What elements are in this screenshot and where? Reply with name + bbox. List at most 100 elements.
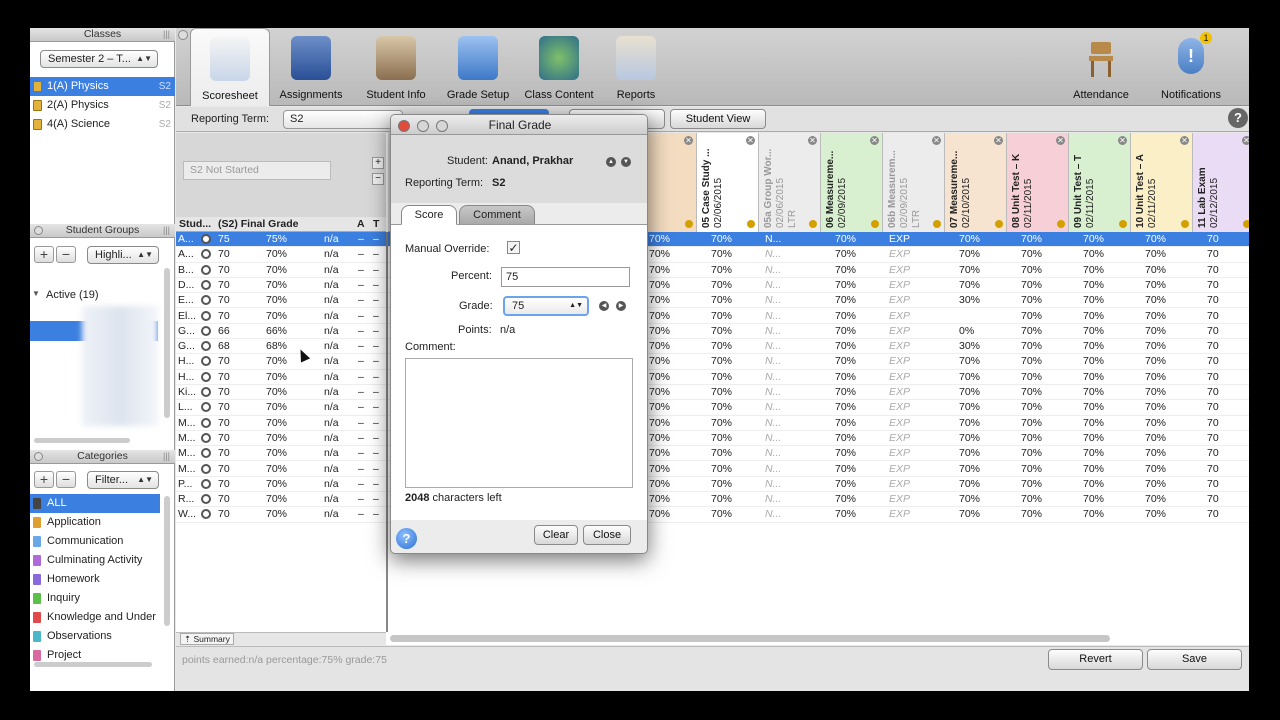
table-row[interactable]: M... 70 70% n/a – – 70% 70% N... 70% EXP 70% 70% 70% 7… [176,462,1249,477]
score-cell[interactable]: EXP [889,354,933,369]
score-cell[interactable]: 70% [711,278,755,293]
score-cell[interactable]: 30% [959,339,1003,354]
score-cell[interactable]: 70% [649,400,693,415]
score-cell[interactable]: 70% [649,462,693,477]
zoom-window-icon[interactable] [436,120,448,132]
score-cell[interactable]: 70 [1207,324,1249,339]
student-name-cell[interactable]: El... [178,309,198,324]
score-cell[interactable]: 70% [1145,492,1189,507]
score-cell[interactable]: 70% [711,370,755,385]
resize-grip-icon[interactable]: ||| [163,224,170,237]
score-cell[interactable]: 70 [1207,477,1249,492]
student-name-cell[interactable]: R... [178,492,198,507]
score-cell[interactable]: 70 [1207,278,1249,293]
student-name-cell[interactable]: G... [178,339,198,354]
score-cell[interactable]: 70 [1207,462,1249,477]
final-grade-cell[interactable]: 70 [218,416,248,431]
assignment-column-header[interactable]: 05a Group Wor... 02/06/2015 LTR ✕ [759,133,821,232]
score-cell[interactable]: 70% [835,462,879,477]
score-cell[interactable]: 70% [649,293,693,308]
score-cell[interactable]: 70% [649,354,693,369]
score-cell[interactable]: N... [765,293,809,308]
table-row[interactable]: E... 70 70% n/a – – 70% 70% N... 70% EXP 30% 70% 70% 7… [176,293,1249,309]
score-cell[interactable]: 70% [1021,309,1065,324]
remove-group-button[interactable]: − [56,246,76,263]
score-cell[interactable]: 70% [649,507,693,522]
score-cell[interactable]: 70 [1207,232,1249,247]
save-button[interactable]: Save [1147,649,1242,670]
tab-score[interactable]: Score [401,205,457,225]
student-name-cell[interactable]: D... [178,278,198,293]
score-cell[interactable]: EXP [889,232,933,247]
score-cell[interactable]: 70% [711,446,755,461]
percent-input[interactable]: 75 [501,267,630,287]
score-cell[interactable]: 70% [711,232,755,247]
add-category-button[interactable]: + [34,471,54,488]
final-grade-cell[interactable]: 70 [218,370,248,385]
score-cell[interactable]: 70% [835,263,879,278]
score-cell[interactable]: 70% [711,324,755,339]
assignment-column-header[interactable]: 08 Unit Test – K 02/11/2015 ✕ [1007,133,1069,232]
score-cell[interactable]: 70% [1145,247,1189,262]
score-cell[interactable]: 70% [835,293,879,308]
score-cell[interactable]: 70% [1021,247,1065,262]
category-item[interactable]: ALL [30,494,160,513]
table-row[interactable]: W... 70 70% n/a – – 70% 70% N... 70% EXP 70% 70% 70% 7… [176,507,1249,523]
score-cell[interactable]: 70% [835,247,879,262]
score-cell[interactable]: 70% [1083,339,1127,354]
score-cell[interactable]: 70% [649,370,693,385]
score-cell[interactable]: 70% [1083,492,1127,507]
score-cell[interactable]: 70% [1145,324,1189,339]
toolbar-assignments-button[interactable]: Assignments [271,28,351,106]
info-icon[interactable]: ✕ [870,136,879,145]
tab-comment[interactable]: Comment [459,205,535,225]
final-grade-cell[interactable]: 70 [218,477,248,492]
score-cell[interactable]: 70% [835,324,879,339]
t-column-header[interactable]: T [373,217,379,232]
score-cell[interactable]: 70% [1145,293,1189,308]
score-cell[interactable]: N... [765,278,809,293]
score-cell[interactable]: 70 [1207,385,1249,400]
score-cell[interactable]: EXP [889,477,933,492]
group-highlight-select[interactable]: Highli... ▲▼ [87,246,159,264]
score-cell[interactable]: 70% [711,431,755,446]
score-cell[interactable]: 70% [959,263,1003,278]
assignment-column-header[interactable]: 09 Unit Test – T 02/11/2015 ✕ [1069,133,1131,232]
attendance-button[interactable]: Attendance [1066,28,1136,106]
class-item[interactable]: 4(A) Science S2 [30,115,175,134]
score-cell[interactable]: 70% [1083,247,1127,262]
score-cell[interactable]: 70% [649,324,693,339]
final-grade-cell[interactable]: 70 [218,400,248,415]
score-cell[interactable]: EXP [889,370,933,385]
score-cell[interactable]: 70% [1021,370,1065,385]
info-icon[interactable]: ✕ [994,136,1003,145]
score-cell[interactable]: 70% [649,492,693,507]
next-grade-icon[interactable]: ▶ [616,301,626,311]
table-row[interactable]: D... 70 70% n/a – – 70% 70% N... 70% EXP 70% 70% 70% 7… [176,278,1249,294]
score-cell[interactable]: N... [765,324,809,339]
score-cell[interactable]: EXP [889,339,933,354]
final-grade-cell[interactable]: 70 [218,385,248,400]
collapse-icon[interactable]: − [372,173,384,185]
score-cell[interactable]: 70% [1021,339,1065,354]
score-cell[interactable]: 70% [1145,507,1189,522]
info-icon[interactable]: ✕ [1242,136,1249,145]
score-cell[interactable]: 70% [711,416,755,431]
student-name-cell[interactable]: M... [178,431,198,446]
expand-icon[interactable]: + [372,157,384,169]
disclosure-triangle-icon[interactable]: ▼ [32,289,40,298]
score-cell[interactable]: EXP [889,263,933,278]
score-cell[interactable]: 70% [959,278,1003,293]
summary-toggle[interactable]: ⇡ Summary [180,633,234,645]
table-row[interactable]: G... 68 68% n/a – – 70% 70% N... 70% EXP 30% 70% 70% 7… [176,339,1249,355]
next-student-icon[interactable]: ▼ [621,157,631,167]
score-cell[interactable]: 70% [1145,385,1189,400]
score-cell[interactable]: N... [765,247,809,262]
info-icon[interactable]: ✕ [746,136,755,145]
score-cell[interactable]: 70% [649,446,693,461]
score-cell[interactable]: 70% [1083,385,1127,400]
score-cell[interactable]: 70 [1207,309,1249,324]
resize-grip-icon[interactable]: ||| [163,450,170,463]
minimize-window-icon[interactable] [417,120,429,132]
assignment-column-header[interactable]: 11 Lab Exam02/12/2015 ✕ [1193,133,1249,232]
